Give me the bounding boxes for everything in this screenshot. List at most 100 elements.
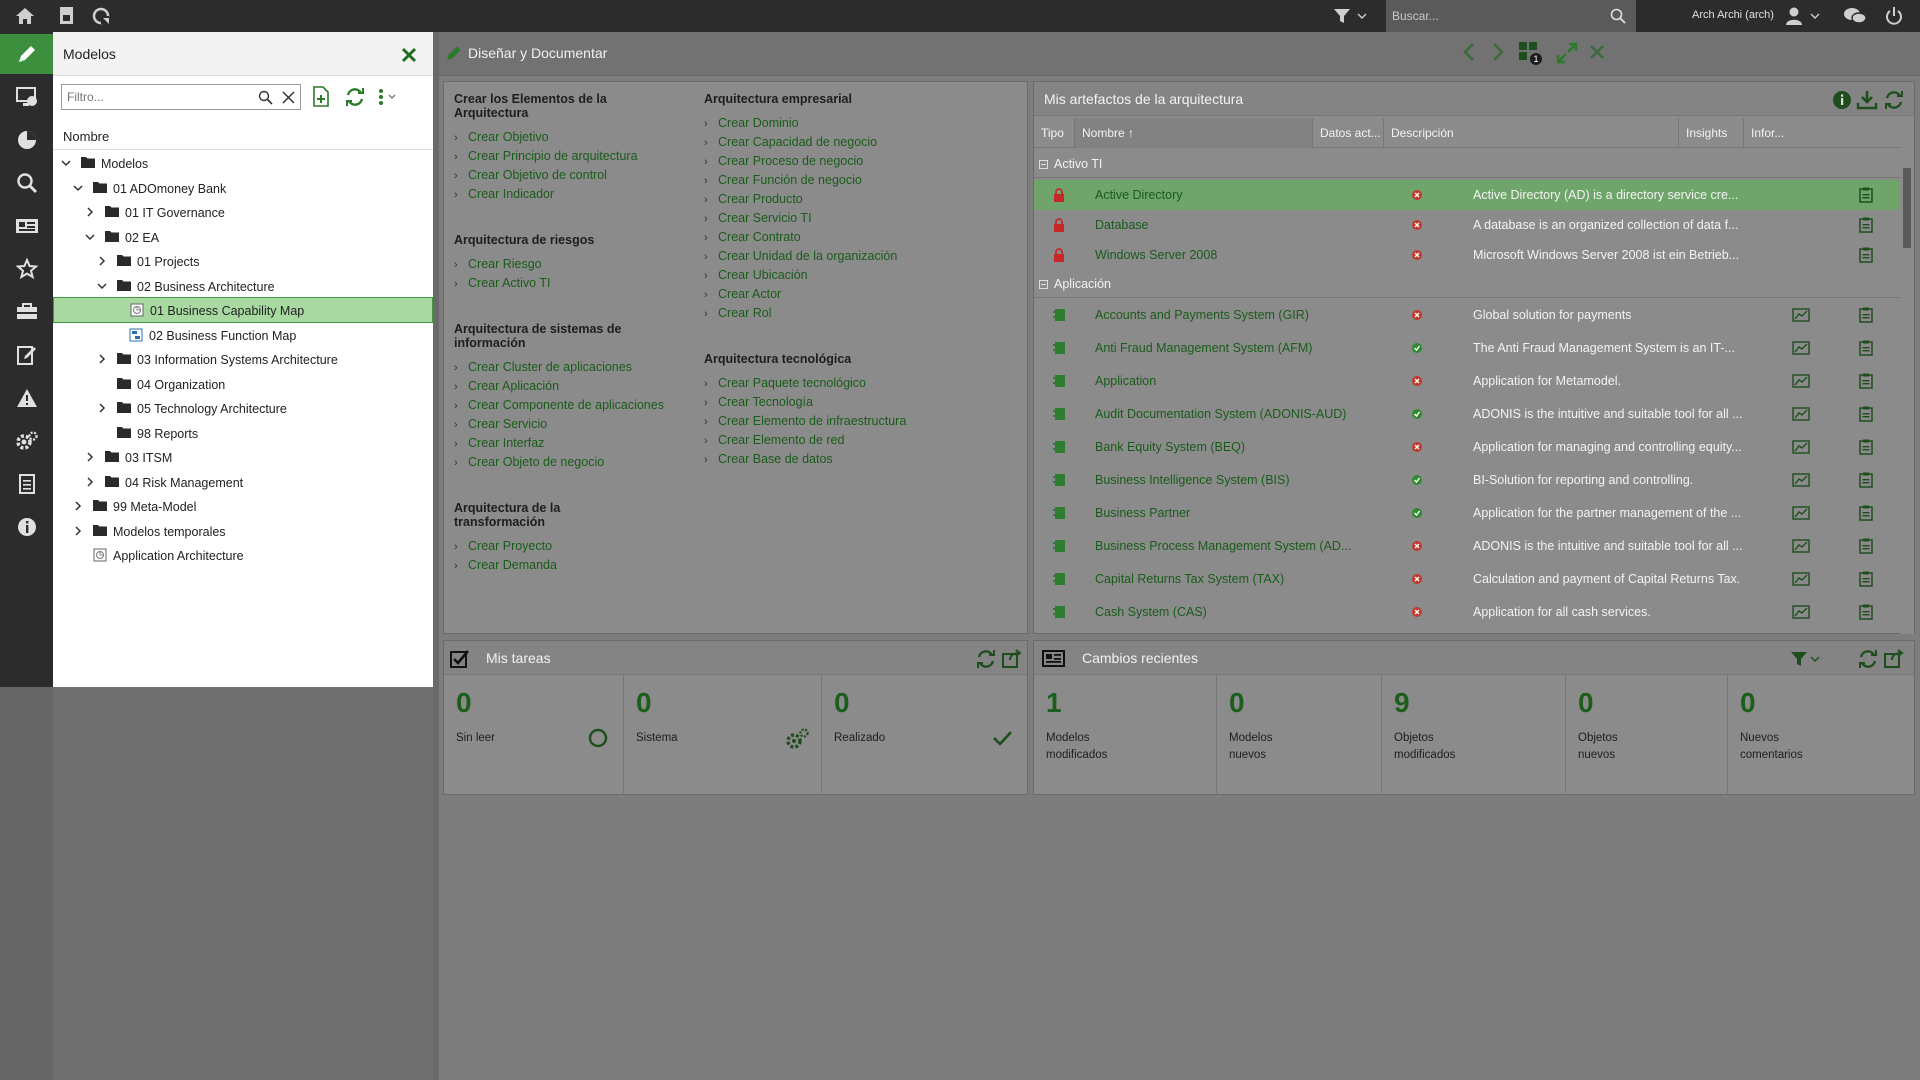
insights-icon[interactable] [1792,440,1810,454]
table-row[interactable]: Audit Documentation System (ADONIS-AUD) A… [1034,399,1900,432]
tree-item[interactable]: 02 Business Architecture [53,274,433,298]
nav-favorites-icon[interactable] [0,249,53,289]
information-icon[interactable] [1859,604,1873,620]
information-icon[interactable] [1859,538,1873,554]
nav-toolbox-icon[interactable] [0,292,53,332]
nav-search-icon[interactable] [0,163,53,203]
table-row[interactable]: Anti Fraud Management System (AFM) The An… [1034,333,1900,366]
insights-icon[interactable] [1792,341,1810,355]
tree-item[interactable]: 98 Reports [53,421,433,445]
create-link[interactable]: › Crear Servicio TI [704,211,812,225]
insights-icon[interactable] [1792,506,1810,520]
refresh-document-icon[interactable] [89,4,113,28]
tree-item[interactable]: Modelos [53,151,433,175]
back-icon[interactable] [1462,42,1476,62]
artifact-name[interactable]: Anti Fraud Management System (AFM) [1095,341,1312,355]
clear-filter-icon[interactable] [282,91,295,104]
create-link[interactable]: › Crear Activo TI [454,276,550,290]
create-link[interactable]: › Crear Producto [704,192,803,206]
recent-filter-icon[interactable] [1790,650,1820,668]
create-link[interactable]: › Crear Proceso de negocio [704,154,863,168]
create-link[interactable]: › Crear Servicio [454,417,547,431]
chevron-right-icon[interactable] [97,403,107,413]
insights-icon[interactable] [1792,308,1810,322]
artifacts-refresh-icon[interactable] [1884,90,1904,110]
insights-icon[interactable] [1792,473,1810,487]
download-icon[interactable] [1856,89,1878,111]
tree-item[interactable]: 01 Projects [53,249,433,273]
chevron-down-icon[interactable] [73,183,83,193]
chevron-down-icon[interactable] [97,281,107,291]
information-icon[interactable] [1859,472,1873,488]
task-stat[interactable]: 0 Realizado [822,675,1027,795]
forward-icon[interactable] [1491,42,1505,62]
chevron-right-icon[interactable] [85,476,95,487]
tree-item[interactable]: 03 ITSM [53,445,433,469]
nav-info-icon[interactable] [0,507,53,547]
tree-item[interactable]: 02 Business Function Map [53,323,433,347]
close-tab-icon[interactable] [1589,44,1605,60]
expand-icon[interactable] [1556,42,1578,64]
create-link[interactable]: › Crear Base de datos [704,452,833,466]
table-row[interactable]: Cash System (CAS) Application for all cas… [1034,597,1900,630]
create-link[interactable]: › Crear Paquete tecnológico [704,376,866,390]
create-link[interactable]: › Crear Contrato [704,230,801,244]
tree-item[interactable]: 04 Organization [53,372,433,396]
artifact-name[interactable]: Bank Equity System (BEQ) [1095,440,1245,454]
artifact-name[interactable]: Business Partner [1095,506,1190,520]
information-icon[interactable] [1859,307,1873,323]
information-icon[interactable] [1859,247,1873,263]
insights-icon[interactable] [1792,407,1810,421]
information-icon[interactable] [1859,505,1873,521]
create-link[interactable]: › Crear Rol [704,306,772,320]
artifact-name[interactable]: Business Intelligence System (BIS) [1095,473,1290,487]
tree-item[interactable]: 04 Risk Management [53,470,433,494]
chevron-right-icon[interactable] [97,354,107,364]
home-icon[interactable] [13,4,37,28]
insights-icon[interactable] [1792,605,1810,619]
create-link[interactable]: › Crear Riesgo [454,257,542,271]
insights-icon[interactable] [1792,539,1810,553]
refresh-icon[interactable] [345,87,365,107]
create-link[interactable]: › Crear Elemento de infraestructura [704,414,906,428]
table-row[interactable]: Bank Equity System (BEQ) Application for … [1034,432,1900,465]
table-row[interactable]: Application Application for Metamodel. [1034,366,1900,399]
chevron-right-icon[interactable] [85,207,95,217]
tree-item[interactable]: Application Architecture [53,543,433,567]
table-row[interactable]: Capital Returns Tax System (TAX) Calculat… [1034,564,1900,597]
document-icon[interactable] [55,4,79,28]
insights-icon[interactable] [1792,374,1810,388]
information-icon[interactable] [1859,217,1873,233]
create-link[interactable]: › Crear Indicador [454,187,554,201]
nav-monitor-icon[interactable] [0,77,53,117]
column-descripcion[interactable]: Descripción [1384,118,1679,148]
column-nombre[interactable]: Nombre ↑ [1075,118,1313,148]
information-icon[interactable] [1859,340,1873,356]
group-row[interactable]: Activo TI [1034,150,1900,178]
create-link[interactable]: › Crear Función de negocio [704,173,862,187]
scrollbar-thumb[interactable] [1903,168,1911,248]
chevron-right-icon[interactable] [97,256,107,266]
create-link[interactable]: › Crear Componente de aplicaciones [454,398,664,412]
nav-settings-icon[interactable] [0,421,53,461]
chevron-right-icon[interactable] [73,525,83,536]
tree-item[interactable]: 01 ADOmoney Bank [53,176,433,200]
table-row[interactable]: Active Directory Active Directory (AD) is… [1034,180,1900,210]
artifact-name[interactable]: Business Process Management System (AD..… [1095,539,1351,553]
artifact-name[interactable]: Active Directory [1095,188,1183,202]
artifact-name[interactable]: Accounts and Payments System (GIR) [1095,308,1309,322]
user-menu-chevron-icon[interactable] [1808,4,1822,28]
collapse-icon[interactable] [1039,160,1048,169]
create-link[interactable]: › Crear Demanda [454,558,557,572]
info-icon[interactable] [1832,90,1852,110]
create-link[interactable]: › Crear Unidad de la organización [704,249,897,263]
search-icon[interactable] [1610,8,1626,24]
tree-item[interactable]: 03 Information Systems Architecture [53,347,433,371]
tree-item[interactable]: Modelos temporales [53,519,433,543]
create-link[interactable]: › Crear Principio de arquitectura [454,149,638,163]
create-link[interactable]: › Crear Objetivo [454,130,549,144]
artifact-name[interactable]: Capital Returns Tax System (TAX) [1095,572,1284,586]
chevron-right-icon[interactable] [85,452,95,462]
create-link[interactable]: › Crear Cluster de aplicaciones [454,360,632,374]
chevron-down-icon[interactable] [61,158,71,168]
